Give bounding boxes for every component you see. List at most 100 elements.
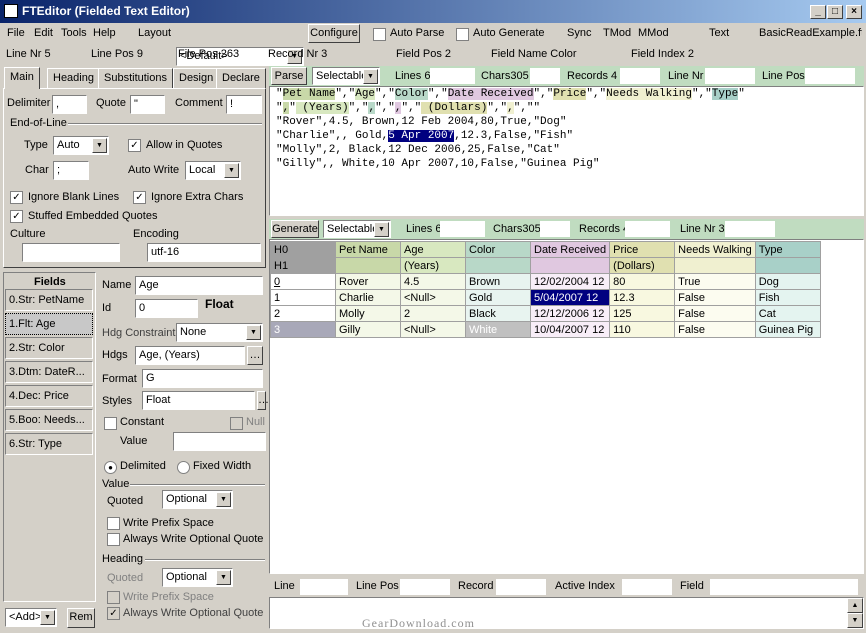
table-cell[interactable]: (Years): [400, 257, 466, 274]
table-cell[interactable]: 2: [400, 305, 466, 322]
table-cell[interactable]: False: [674, 305, 756, 322]
generate-button[interactable]: Generate: [271, 220, 319, 238]
list-item[interactable]: 6.Str: Type: [5, 433, 93, 455]
table-cell[interactable]: [335, 257, 401, 274]
eol-char-field[interactable]: ;: [53, 161, 89, 180]
add-field-select[interactable]: <Add> ▼: [5, 608, 57, 627]
hdg-constraint-select[interactable]: None ▼: [176, 323, 263, 342]
table-cell[interactable]: 5/04/2007 12: [529, 289, 611, 306]
table-cell[interactable]: 110: [609, 321, 676, 338]
tab-design[interactable]: Design: [173, 68, 220, 88]
minimize-button[interactable]: _: [810, 5, 826, 19]
ignore-extra-checkbox[interactable]: ✓: [133, 191, 146, 204]
prefix-space-checkbox[interactable]: [107, 517, 120, 530]
name-field[interactable]: Age: [135, 276, 263, 295]
grid-mode-select[interactable]: Selectable ▼: [323, 220, 391, 238]
table-cell[interactable]: False: [674, 321, 756, 338]
table-cell[interactable]: Molly: [335, 305, 401, 322]
configure-button[interactable]: Configure: [308, 24, 360, 43]
heading-prefix-space-checkbox[interactable]: [107, 591, 120, 604]
styles-ellipsis-button[interactable]: …: [257, 391, 269, 410]
remove-field-button[interactable]: Rem: [67, 608, 95, 628]
table-cell[interactable]: H1: [270, 257, 336, 274]
close-button[interactable]: ×: [846, 5, 862, 19]
table-cell[interactable]: 3: [270, 321, 336, 338]
table-cell[interactable]: Rover: [335, 273, 401, 290]
culture-field[interactable]: [22, 243, 120, 262]
table-cell[interactable]: Gold: [465, 289, 531, 306]
table-cell[interactable]: [529, 257, 611, 274]
table-cell[interactable]: False: [674, 289, 756, 306]
tab-declare[interactable]: Declare: [216, 68, 266, 88]
table-cell[interactable]: Gilly: [335, 321, 401, 338]
table-cell[interactable]: Age: [400, 241, 466, 258]
list-item[interactable]: 3.Dtm: DateR...: [5, 361, 93, 383]
list-item[interactable]: 2.Str: Color: [5, 337, 93, 359]
table-cell[interactable]: 80: [609, 273, 676, 290]
quoted-select[interactable]: Optional ▼: [162, 490, 233, 509]
ignore-blank-checkbox[interactable]: ✓: [10, 191, 23, 204]
table-cell[interactable]: Guinea Pig: [754, 321, 821, 338]
table-cell[interactable]: White: [465, 321, 531, 338]
table-cell[interactable]: 12.3: [609, 289, 676, 306]
list-item[interactable]: 1.Flt: Age: [5, 313, 93, 335]
menu-tools[interactable]: Tools: [61, 27, 87, 39]
format-field[interactable]: G: [142, 369, 263, 388]
auto-write-select[interactable]: Local ▼: [185, 161, 241, 180]
text-mode-select[interactable]: Selectable ▼: [312, 67, 380, 85]
table-cell[interactable]: Needs Walking: [674, 241, 756, 258]
scrollbar[interactable]: ▲ ▼: [847, 598, 863, 628]
table-cell[interactable]: True: [674, 273, 756, 290]
table-cell[interactable]: Date Received: [529, 241, 611, 258]
allow-quotes-checkbox[interactable]: ✓: [128, 139, 141, 152]
list-item[interactable]: 4.Dec: Price: [5, 385, 93, 407]
table-cell[interactable]: <Null>: [400, 289, 466, 306]
table-cell[interactable]: Pet Name: [335, 241, 401, 258]
hdgs-field[interactable]: Age, (Years): [135, 346, 245, 365]
delimited-radio[interactable]: ●: [104, 461, 117, 474]
maximize-button[interactable]: □: [827, 5, 843, 19]
table-cell[interactable]: 12/12/2006 12: [529, 305, 611, 322]
table-cell[interactable]: Color: [465, 241, 531, 258]
menu-file[interactable]: File: [7, 27, 25, 39]
table-cell[interactable]: Fish: [754, 289, 821, 306]
always-quote-checkbox[interactable]: [107, 533, 120, 546]
auto-generate-checkbox[interactable]: [456, 28, 469, 41]
table-cell[interactable]: 125: [609, 305, 676, 322]
parse-button[interactable]: Parse: [271, 67, 307, 85]
scroll-up-icon[interactable]: ▲: [847, 598, 863, 613]
table-cell[interactable]: (Dollars): [609, 257, 676, 274]
table-cell[interactable]: Price: [609, 241, 676, 258]
table-cell[interactable]: 10/04/2007 12: [529, 321, 611, 338]
heading-always-quote-checkbox[interactable]: ✓: [107, 607, 120, 620]
eol-type-select[interactable]: Auto ▼: [53, 136, 109, 155]
tab-substitutions[interactable]: Substitutions: [98, 68, 173, 88]
menu-help[interactable]: Help: [93, 27, 116, 39]
table-cell[interactable]: 12/02/2004 12: [529, 273, 611, 290]
constant-checkbox[interactable]: [104, 417, 117, 430]
table-cell[interactable]: [674, 257, 756, 274]
table-cell[interactable]: Charlie: [335, 289, 401, 306]
constant-value-field[interactable]: [173, 432, 266, 451]
quote-field[interactable]: ": [130, 95, 165, 114]
table-cell[interactable]: Dog: [754, 273, 821, 290]
menu-edit[interactable]: Edit: [34, 27, 53, 39]
table-cell[interactable]: 4.5: [400, 273, 466, 290]
styles-field[interactable]: Float: [142, 391, 255, 410]
table-cell[interactable]: <Null>: [400, 321, 466, 338]
tab-main[interactable]: Main: [4, 67, 40, 89]
comment-field[interactable]: !: [226, 95, 262, 114]
table-cell[interactable]: 0: [270, 273, 336, 290]
scroll-down-icon[interactable]: ▼: [847, 613, 863, 628]
table-cell[interactable]: Black: [465, 305, 531, 322]
table-cell[interactable]: 1: [270, 289, 336, 306]
tab-heading[interactable]: Heading: [47, 68, 100, 88]
encoding-field[interactable]: utf-16: [147, 243, 261, 262]
fixed-width-radio[interactable]: [177, 461, 190, 474]
table-cell[interactable]: 2: [270, 305, 336, 322]
id-field[interactable]: 0: [135, 299, 198, 318]
list-item[interactable]: 0.Str: PetName: [5, 289, 93, 311]
stuffed-checkbox[interactable]: ✓: [10, 210, 23, 223]
table-cell[interactable]: Type: [754, 241, 821, 258]
auto-parse-checkbox[interactable]: [373, 28, 386, 41]
